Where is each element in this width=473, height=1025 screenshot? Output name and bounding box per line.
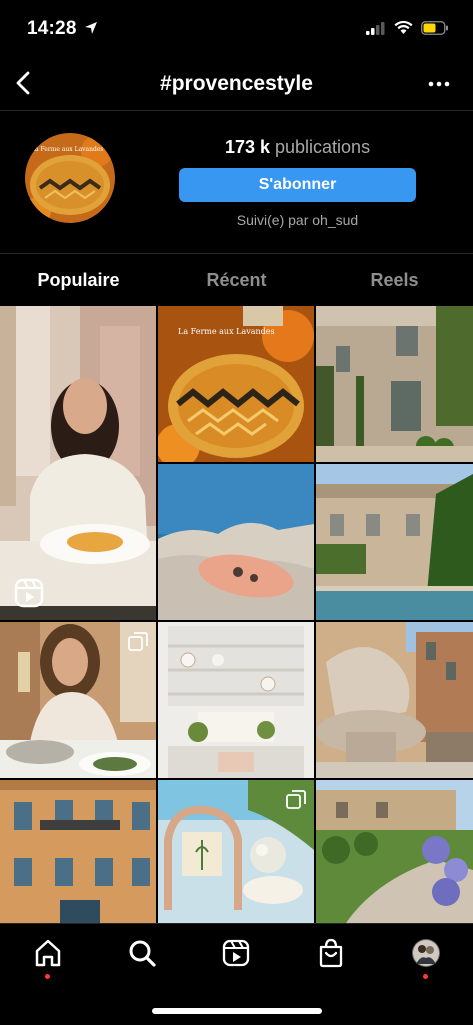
- pie-image: La Ferme aux Lavandes: [25, 133, 115, 223]
- cellular-signal-icon: [366, 22, 385, 35]
- grid-tile-ochre-building[interactable]: [0, 780, 156, 923]
- home-indicator: [152, 1008, 322, 1014]
- tab-recent[interactable]: Récent: [158, 270, 315, 291]
- grid-tile-wicker-chair[interactable]: [158, 780, 314, 923]
- count-value: 173 k: [224, 137, 270, 157]
- reels-icon[interactable]: [221, 938, 251, 968]
- photo-pie: La Ferme aux Lavandes: [158, 306, 314, 462]
- photo-ochre-building: [0, 780, 156, 923]
- more-horizontal-icon[interactable]: [425, 70, 453, 98]
- photo-stone-house: [316, 306, 473, 462]
- profile-notification-dot: [423, 974, 428, 979]
- photo-garden: [316, 780, 473, 923]
- photo-fountain: [316, 622, 473, 778]
- grid-tile-woman-soup[interactable]: [0, 306, 156, 620]
- wifi-icon: [394, 20, 413, 34]
- grid-tile-pool-house[interactable]: [316, 464, 473, 620]
- grid-tile-sea-rocks[interactable]: [158, 464, 314, 620]
- grid-tile-kitchen[interactable]: [158, 622, 314, 778]
- hashtag-header: La Ferme aux Lavandes 173 k publications…: [0, 112, 473, 252]
- battery-icon: [421, 21, 448, 35]
- profile-avatar-icon[interactable]: [411, 938, 441, 968]
- hashtag-avatar[interactable]: La Ferme aux Lavandes: [25, 133, 115, 223]
- followed-by-text[interactable]: Suivi(e) par oh_sud: [179, 212, 416, 228]
- page-title: #provencestyle: [160, 72, 313, 95]
- grid-tile-stone-house[interactable]: [316, 306, 473, 462]
- tab-reels[interactable]: Reels: [316, 270, 473, 291]
- tile-caption: La Ferme aux Lavandes: [178, 327, 275, 336]
- grid-tile-garden[interactable]: [316, 780, 473, 923]
- grid-tile-fountain[interactable]: [316, 622, 473, 778]
- tab-populaire[interactable]: Populaire: [0, 270, 157, 291]
- photo-pool-house: [316, 464, 473, 620]
- photo-woman-soup: [0, 306, 156, 620]
- home-icon[interactable]: [33, 938, 63, 968]
- search-icon[interactable]: [127, 938, 157, 968]
- status-bar: 14:28: [0, 0, 473, 60]
- photo-kitchen: [158, 622, 314, 778]
- content-tabs: Populaire Récent Reels: [0, 253, 473, 306]
- publications-count: 173 k publications: [179, 137, 416, 158]
- grid-tile-pie[interactable]: La Ferme aux Lavandes: [158, 306, 314, 462]
- status-time: 14:28: [27, 18, 77, 39]
- location-arrow-icon: [85, 22, 97, 34]
- follow-button[interactable]: S'abonner: [179, 168, 416, 202]
- home-notification-dot: [45, 974, 50, 979]
- top-nav-bar: #provencestyle: [0, 58, 473, 111]
- photo-grid: La Ferme aux Lavandes: [0, 306, 473, 923]
- count-label: publications: [275, 137, 371, 157]
- grid-tile-woman-oysters[interactable]: [0, 622, 156, 778]
- shop-icon[interactable]: [316, 938, 346, 968]
- avatar-caption: La Ferme aux Lavandes: [31, 146, 103, 153]
- reel-icon: [14, 578, 44, 608]
- multiple-photos-icon: [286, 790, 306, 809]
- photo-sea-rocks: [158, 464, 314, 620]
- multiple-photos-icon: [128, 632, 148, 651]
